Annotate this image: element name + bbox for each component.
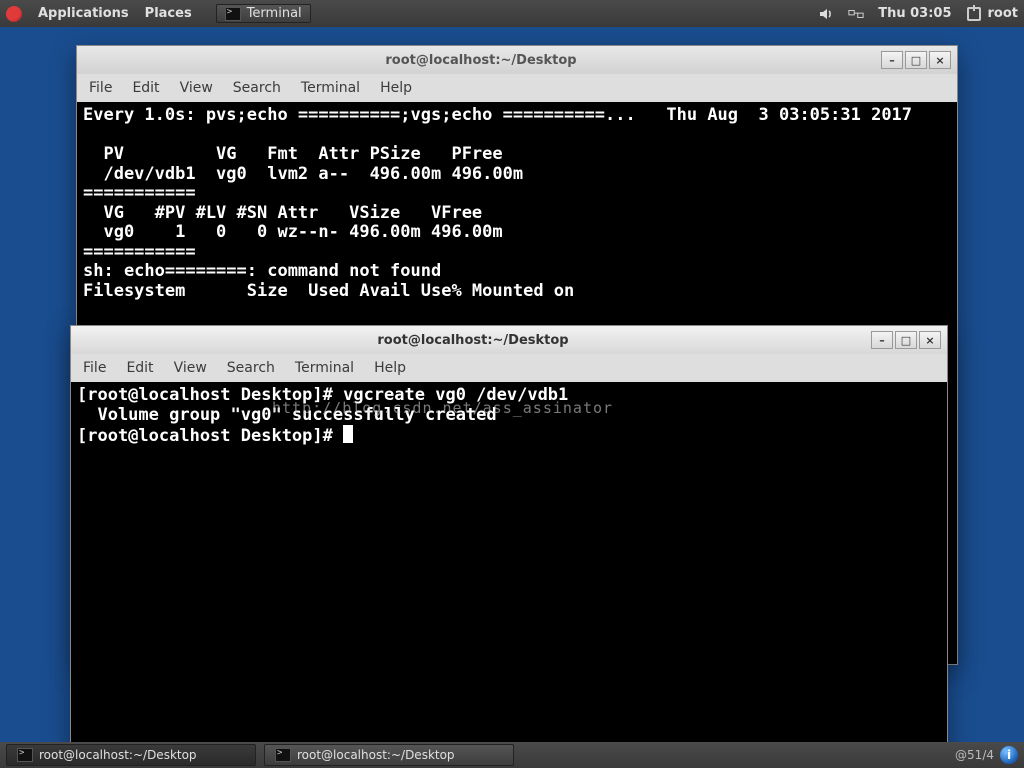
menu-help[interactable]: Help	[374, 360, 406, 376]
terminal-icon	[17, 748, 33, 762]
top-panel: Applications Places Terminal Thu 03:05 r…	[0, 0, 1024, 27]
menu-edit[interactable]: Edit	[126, 360, 153, 376]
close-button[interactable]: ×	[919, 331, 941, 349]
maximize-button[interactable]: □	[905, 51, 927, 69]
task-label: root@localhost:~/Desktop	[39, 748, 197, 762]
terminal-text: [root@localhost Desktop]# vgcreate vg0 /…	[77, 385, 568, 446]
menu-file[interactable]: File	[83, 360, 106, 376]
menu-view[interactable]: View	[174, 360, 207, 376]
menu-file[interactable]: File	[89, 80, 112, 96]
window-title: root@localhost:~/Desktop	[77, 333, 869, 348]
terminal-icon	[225, 7, 241, 21]
user-label[interactable]: root	[988, 6, 1019, 21]
cursor-icon	[343, 425, 353, 443]
menu-terminal[interactable]: Terminal	[295, 360, 354, 376]
menubar-front: File Edit View Search Terminal Help	[71, 354, 947, 382]
terminal-output-front[interactable]: [root@localhost Desktop]# vgcreate vg0 /…	[71, 382, 947, 756]
minimize-button[interactable]: –	[881, 51, 903, 69]
terminal-window-front: root@localhost:~/Desktop – □ × File Edit…	[70, 325, 948, 757]
menu-search[interactable]: Search	[233, 80, 281, 96]
task-label: root@localhost:~/Desktop	[297, 748, 455, 762]
minimize-button[interactable]: –	[871, 331, 893, 349]
places-menu[interactable]: Places	[139, 6, 198, 21]
clock[interactable]: Thu 03:05	[878, 6, 951, 21]
power-icon[interactable]	[966, 6, 982, 22]
maximize-button[interactable]: □	[895, 331, 917, 349]
desktop: root@localhost:~/Desktop – □ × File Edit…	[0, 27, 1024, 742]
menu-view[interactable]: View	[180, 80, 213, 96]
titlebar-front[interactable]: root@localhost:~/Desktop – □ ×	[71, 326, 947, 354]
menu-search[interactable]: Search	[227, 360, 275, 376]
titlebar-back[interactable]: root@localhost:~/Desktop – □ ×	[77, 46, 957, 74]
terminal-icon	[275, 748, 291, 762]
menu-edit[interactable]: Edit	[132, 80, 159, 96]
running-app-button[interactable]: Terminal	[216, 4, 311, 23]
window-title: root@localhost:~/Desktop	[83, 53, 879, 68]
applications-menu[interactable]: Applications	[32, 6, 135, 21]
bottom-panel: root@localhost:~/Desktop root@localhost:…	[0, 742, 1024, 768]
info-icon[interactable]: i	[1000, 746, 1018, 764]
volume-icon[interactable]	[818, 6, 834, 22]
taskbar-item-2[interactable]: root@localhost:~/Desktop	[264, 744, 514, 766]
close-button[interactable]: ×	[929, 51, 951, 69]
network-icon[interactable]	[848, 6, 864, 22]
menu-terminal[interactable]: Terminal	[301, 80, 360, 96]
workspace-pager[interactable]: @51/4	[955, 748, 994, 762]
taskbar-item-1[interactable]: root@localhost:~/Desktop	[6, 744, 256, 766]
menubar-back: File Edit View Search Terminal Help	[77, 74, 957, 102]
menu-help[interactable]: Help	[380, 80, 412, 96]
distro-logo-icon	[6, 6, 22, 22]
running-app-label: Terminal	[247, 6, 302, 21]
